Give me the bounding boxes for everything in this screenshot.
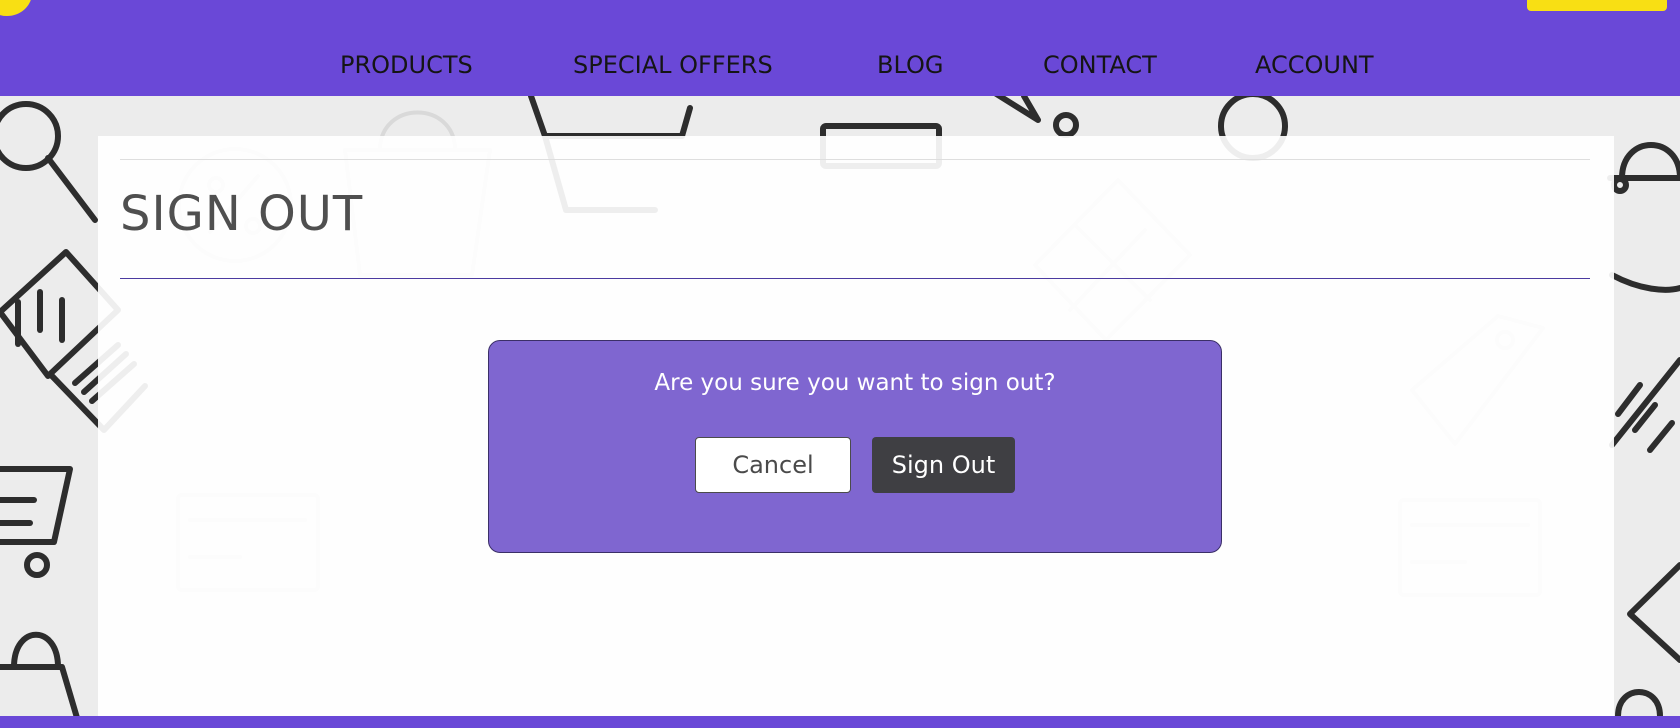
main-navigation: PRODUCTS SPECIAL OFFERS BLOG CONTACT ACC…: [0, 48, 1680, 82]
content-panel: SIGN OUT Are you sure you want to sign o…: [98, 136, 1614, 716]
top-divider: [120, 159, 1590, 160]
nav-products[interactable]: PRODUCTS: [340, 48, 473, 82]
nav-account[interactable]: ACCOUNT: [1255, 48, 1374, 82]
sign-out-button[interactable]: Sign Out: [872, 437, 1015, 493]
nav-blog[interactable]: BLOG: [877, 48, 943, 82]
signout-confirmation-text: Are you sure you want to sign out?: [654, 370, 1056, 396]
page: PRODUCTS SPECIAL OFFERS BLOG CONTACT ACC…: [0, 0, 1680, 728]
footer-strip: [0, 716, 1680, 728]
nav-contact[interactable]: CONTACT: [1043, 48, 1157, 82]
site-header: PRODUCTS SPECIAL OFFERS BLOG CONTACT ACC…: [0, 0, 1680, 96]
logo-icon[interactable]: [0, 0, 32, 16]
title-divider: [120, 278, 1590, 279]
cancel-button[interactable]: Cancel: [695, 437, 851, 493]
signout-confirmation-box: Are you sure you want to sign out? Cance…: [488, 340, 1222, 553]
header-yellow-button[interactable]: [1527, 0, 1667, 11]
nav-special-offers[interactable]: SPECIAL OFFERS: [573, 48, 773, 82]
page-title: SIGN OUT: [120, 186, 364, 242]
